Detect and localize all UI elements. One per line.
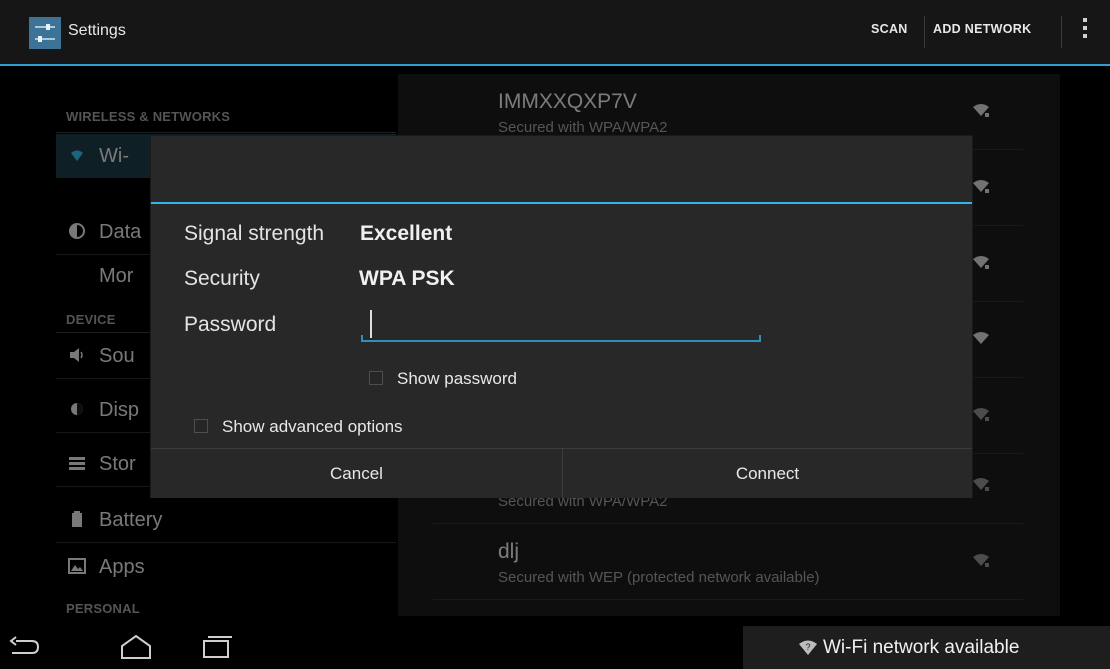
show-advanced-options-label[interactable]: Show advanced options — [222, 417, 403, 437]
password-field[interactable] — [361, 304, 761, 344]
wifi-connect-dialog: Signal strength Excellent Security WPA P… — [151, 136, 972, 498]
connect-button[interactable]: Connect — [563, 449, 972, 498]
show-password-checkbox[interactable] — [369, 371, 383, 385]
dialog-button-bar: Cancel Connect — [151, 448, 972, 498]
scan-button[interactable]: SCAN — [871, 22, 908, 36]
back-icon[interactable] — [6, 632, 42, 662]
actionbar-divider — [1061, 16, 1062, 48]
recent-apps-icon[interactable] — [198, 632, 234, 662]
svg-text:?: ? — [805, 642, 810, 652]
text-cursor — [370, 310, 372, 338]
action-bar: Settings SCAN ADD NETWORK — [0, 0, 1110, 66]
underline-tick — [759, 335, 761, 342]
signal-strength-label: Signal strength — [184, 222, 325, 245]
settings-sliders-icon[interactable] — [29, 17, 61, 49]
notification-text: Wi-Fi network available — [823, 637, 1020, 658]
app-title: Settings — [68, 22, 126, 39]
actionbar-divider — [924, 16, 925, 48]
dialog-title-divider — [151, 202, 972, 204]
password-label: Password — [184, 313, 277, 336]
cancel-button[interactable]: Cancel — [151, 449, 562, 498]
underline-tick — [361, 335, 363, 342]
overflow-menu-icon[interactable] — [1082, 18, 1088, 44]
dialog-title — [151, 136, 972, 202]
show-password-label[interactable]: Show password — [397, 369, 517, 389]
password-input[interactable] — [361, 304, 761, 342]
security-value: WPA PSK — [359, 267, 455, 290]
add-network-button[interactable]: ADD NETWORK — [933, 22, 1031, 36]
show-advanced-options-checkbox[interactable] — [194, 419, 208, 433]
security-label: Security — [184, 267, 260, 290]
password-underline — [361, 340, 761, 342]
signal-strength-value: Excellent — [360, 222, 453, 245]
home-icon[interactable] — [118, 632, 154, 662]
wifi-available-notification[interactable]: ? Wi-Fi network available — [743, 626, 1110, 669]
wifi-question-icon: ? — [799, 640, 817, 655]
